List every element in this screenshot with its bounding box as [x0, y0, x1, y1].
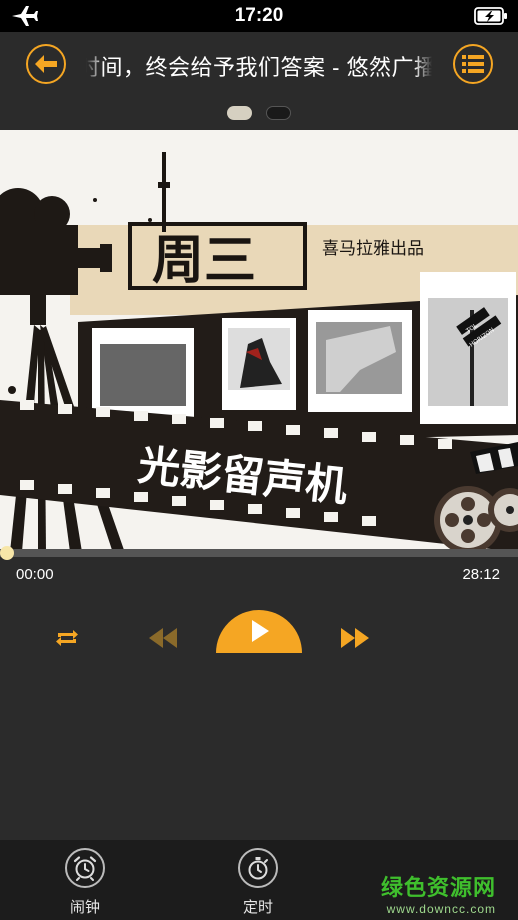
rewind-icon	[149, 628, 177, 648]
timer-button[interactable]: 定时	[223, 848, 293, 917]
next-button[interactable]	[338, 622, 372, 654]
cover-image: 周三 喜马拉雅出品 TOL HORIZON 光影留声机	[0, 130, 518, 552]
status-bar: 17:20	[0, 0, 518, 32]
list-icon	[462, 55, 484, 73]
play-icon	[216, 610, 302, 653]
alarm-ring	[65, 848, 105, 888]
track-title-marquee: 时间，终会给予我们答案 - 悠然广播	[86, 50, 432, 80]
cover-day-text: 周三	[152, 231, 256, 291]
status-time: 17:20	[234, 5, 284, 26]
progress-bar[interactable]	[0, 546, 518, 560]
back-button[interactable]	[26, 44, 66, 84]
page-indicator	[0, 106, 518, 120]
top-nav: 时间，终会给予我们答案 - 悠然广播	[0, 32, 518, 130]
cover-publisher: 喜马拉雅出品	[322, 239, 424, 259]
timer-label: 定时	[242, 899, 273, 916]
cover-art: 周三 喜马拉雅出品 TOL HORIZON 光影留声机	[0, 130, 518, 552]
stopwatch-icon	[248, 857, 268, 880]
track-title: 时间，终会给予我们答案 - 悠然广播	[86, 55, 432, 80]
previous-button[interactable]	[146, 622, 180, 654]
alarm-clock-icon	[73, 856, 97, 881]
repeat-button[interactable]	[52, 624, 82, 652]
arrow-left-icon	[35, 55, 57, 73]
elapsed-time: 00:00	[16, 566, 54, 583]
watermark-url: www.downcc.com	[386, 902, 496, 916]
total-duration: 28:12	[462, 566, 500, 583]
bottom-bar: 闹钟 定时 绿色资源网 www.downcc.com	[0, 840, 518, 920]
battery-charging-icon	[474, 7, 507, 25]
alarm-button[interactable]: 闹钟	[50, 848, 120, 917]
watermark-title: 绿色资源网	[380, 875, 496, 900]
page-dot-1[interactable]	[227, 106, 252, 120]
play-button[interactable]	[216, 605, 302, 655]
progress-knob[interactable]	[0, 546, 14, 560]
playlist-button[interactable]	[453, 44, 493, 84]
page-dot-2[interactable]	[266, 106, 291, 120]
repeat-icon	[56, 630, 78, 646]
fast-forward-icon	[341, 628, 369, 648]
alarm-label: 闹钟	[69, 899, 100, 916]
site-watermark: 绿色资源网 www.downcc.com	[381, 870, 496, 916]
timer-ring	[238, 848, 278, 888]
